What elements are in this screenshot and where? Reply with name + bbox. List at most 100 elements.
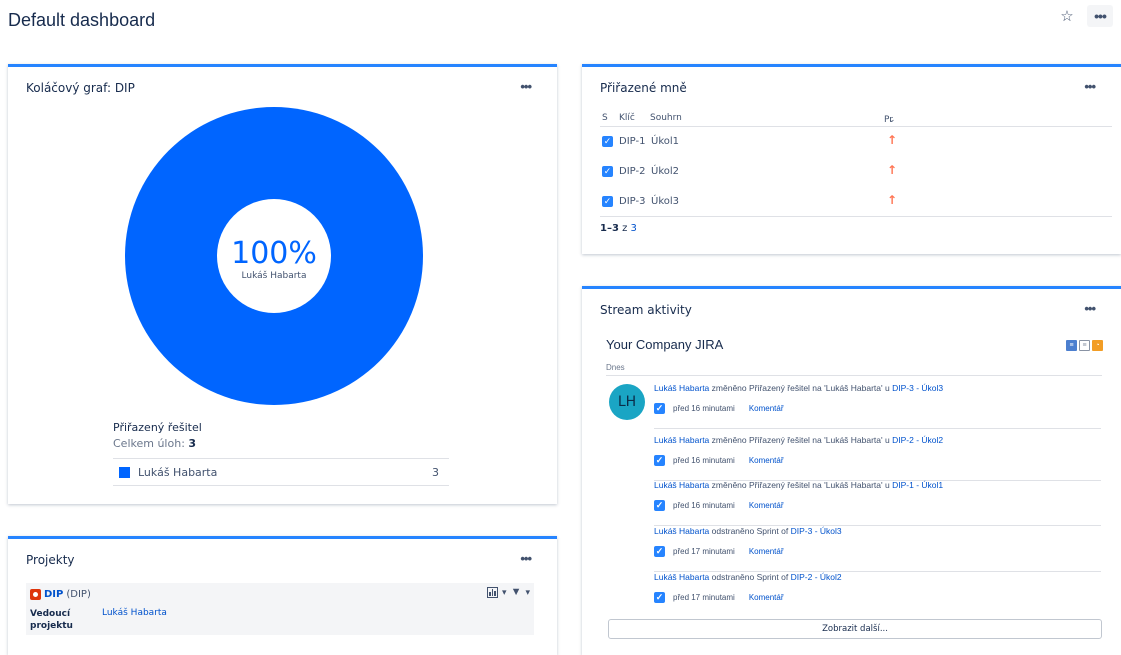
- activity-time: před 16 minutami: [673, 404, 735, 413]
- activity-time: před 17 minutami: [673, 593, 735, 602]
- activity-time: před 16 minutami: [673, 501, 735, 510]
- dashboard-more-button[interactable]: •••: [1087, 5, 1113, 27]
- gadget-more-button[interactable]: •••: [1084, 79, 1096, 94]
- legend-title: Přiřazený řešitel: [113, 421, 202, 434]
- chevron-down-icon[interactable]: ▾: [525, 587, 530, 598]
- comment-link[interactable]: Komentář: [749, 547, 784, 556]
- activity-stream-gadget: Stream aktivity ••• Your Company JIRA ≡ …: [582, 286, 1121, 655]
- activity-user[interactable]: Lukáš Habarta: [654, 435, 709, 445]
- total-value: 3: [188, 437, 197, 450]
- list-view-icon[interactable]: ≡: [1079, 340, 1090, 351]
- issue-type-icon: ✓: [654, 592, 665, 603]
- checkbox-icon: ✓: [602, 166, 613, 177]
- gadget-title: Přiřazené mně: [600, 81, 687, 95]
- stream-view-icons: ≡ ≡ ◔: [1066, 340, 1103, 351]
- comment-link[interactable]: Komentář: [749, 501, 784, 510]
- pie-center-label: Lukáš Habarta: [242, 270, 307, 281]
- projects-gadget: Projekty ••• DIP (DIP) ▾ ▼ ▾ Vedoucí pro…: [8, 536, 557, 655]
- activity-action: změněno Přiřazený řešitel na 'Lukáš Haba…: [711, 435, 890, 445]
- table-row[interactable]: ✓ DIP-2 Úkol2 ↑: [600, 157, 1112, 187]
- column-status[interactable]: S: [602, 113, 608, 123]
- activity-issue[interactable]: DIP-2 - Úkol2: [791, 572, 842, 582]
- chevron-down-icon[interactable]: ▾: [502, 587, 507, 598]
- comment-link[interactable]: Komentář: [749, 456, 784, 465]
- activity-item: Lukáš Habarta změněno Přiřazený řešitel …: [654, 383, 1101, 429]
- activity-issue[interactable]: DIP-1 - Úkol1: [892, 480, 943, 490]
- checkbox-icon: ✓: [602, 196, 613, 207]
- project-key-suffix: (DIP): [66, 589, 91, 600]
- project-name[interactable]: DIP (DIP): [30, 589, 91, 600]
- filter-icon[interactable]: ▼: [511, 586, 522, 598]
- stream-day-label: Dnes: [606, 363, 1102, 376]
- rss-icon[interactable]: ◔: [1092, 340, 1103, 351]
- activity-issue[interactable]: DIP-3 - Úkol3: [791, 526, 842, 536]
- issue-summary[interactable]: Úkol1: [651, 136, 679, 147]
- pagination: 1–3 z 3: [600, 216, 1112, 234]
- activity-issue[interactable]: DIP-2 - Úkol2: [892, 435, 943, 445]
- legend-item-count: 3: [432, 465, 439, 479]
- issue-key[interactable]: DIP-3: [619, 196, 645, 207]
- project-lead-value[interactable]: Lukáš Habarta: [102, 608, 167, 618]
- table-row[interactable]: ✓ DIP-1 Úkol1 ↑: [600, 127, 1112, 157]
- gadget-title: Stream aktivity: [600, 303, 692, 317]
- issue-key[interactable]: DIP-1: [619, 136, 645, 147]
- pagination-range: 1–3: [600, 223, 619, 234]
- gadget-more-button[interactable]: •••: [520, 551, 532, 566]
- activity-item: Lukáš Habarta změněno Přiřazený řešitel …: [654, 480, 1101, 526]
- legend-total: Celkem úloh: 3: [113, 437, 196, 450]
- gadget-title: Projekty: [26, 553, 75, 567]
- issue-key[interactable]: DIP-2: [619, 166, 645, 177]
- legend-item-label: Lukáš Habarta: [138, 465, 218, 479]
- dashboard-actions: ☆ •••: [1055, 5, 1113, 27]
- legend-swatch: [119, 466, 130, 478]
- chart-icon[interactable]: [487, 586, 499, 598]
- issue-summary[interactable]: Úkol3: [651, 196, 679, 207]
- gadget-more-button[interactable]: •••: [1084, 301, 1096, 316]
- activity-issue[interactable]: DIP-3 - Úkol3: [892, 383, 943, 393]
- pie-center-percent: 100%: [231, 236, 317, 271]
- activity-time: před 16 minutami: [673, 456, 735, 465]
- table-header: S Klíč Souhrn Pr ⌄: [600, 111, 1112, 127]
- activity-user[interactable]: Lukáš Habarta: [654, 526, 709, 536]
- issue-summary[interactable]: Úkol2: [651, 166, 679, 177]
- activity-action: změněno Přiřazený řešitel na 'Lukáš Haba…: [711, 383, 890, 393]
- activity-time: před 17 minutami: [673, 547, 735, 556]
- page-title: Default dashboard: [8, 10, 156, 30]
- project-card: DIP (DIP) ▾ ▼ ▾ Vedoucí projektu Lukáš H…: [26, 583, 534, 635]
- assigned-to-me-gadget: Přiřazené mně ••• S Klíč Souhrn Pr ⌄ ✓ D…: [582, 64, 1121, 254]
- pie-chart-gadget: Koláčový graf: DIP ••• 100% Lukáš Habart…: [8, 64, 557, 504]
- legend-item[interactable]: Lukáš Habarta 3: [113, 458, 449, 486]
- activity-user[interactable]: Lukáš Habarta: [654, 480, 709, 490]
- checkbox-icon: ✓: [602, 136, 613, 147]
- table-row[interactable]: ✓ DIP-3 Úkol3 ↑: [600, 187, 1112, 217]
- activity-item: Lukáš Habarta změněno Přiřazený řešitel …: [654, 435, 1101, 481]
- chevron-down-icon: ⌄: [888, 115, 896, 125]
- project-tools: ▾ ▼ ▾: [487, 586, 530, 598]
- pagination-total-link[interactable]: 3: [631, 223, 637, 234]
- comment-link[interactable]: Komentář: [749, 593, 784, 602]
- star-icon[interactable]: ☆: [1055, 5, 1079, 27]
- issue-type-icon: ✓: [654, 403, 665, 414]
- activity-action: odstraněno Sprint of: [711, 526, 789, 536]
- priority-arrow-icon: ↑: [887, 193, 898, 207]
- project-lead-label: Vedoucí projektu: [30, 609, 73, 631]
- pagination-of: z: [622, 223, 628, 234]
- project-logo-icon: [30, 589, 41, 600]
- total-label: Celkem úloh:: [113, 437, 185, 450]
- activity-user[interactable]: Lukáš Habarta: [654, 383, 709, 393]
- activity-user[interactable]: Lukáš Habarta: [654, 572, 709, 582]
- show-more-button[interactable]: Zobrazit další...: [608, 619, 1102, 639]
- pie-chart: 100% Lukáš Habarta: [125, 107, 423, 405]
- priority-arrow-icon: ↑: [887, 163, 898, 177]
- column-key[interactable]: Klíč: [619, 113, 635, 123]
- issue-type-icon: ✓: [654, 500, 665, 511]
- stream-heading: Your Company JIRA: [606, 337, 724, 352]
- comment-link[interactable]: Komentář: [749, 404, 784, 413]
- activity-item: Lukáš Habarta odstraněno Sprint of DIP-2…: [654, 572, 1101, 618]
- activity-action: změněno Přiřazený řešitel na 'Lukáš Haba…: [711, 480, 890, 490]
- activity-action: odstraněno Sprint of: [711, 572, 789, 582]
- column-summary[interactable]: Souhrn: [650, 113, 682, 123]
- full-view-icon[interactable]: ≡: [1066, 340, 1077, 351]
- project-key[interactable]: DIP: [44, 589, 63, 600]
- avatar[interactable]: LH: [609, 384, 645, 420]
